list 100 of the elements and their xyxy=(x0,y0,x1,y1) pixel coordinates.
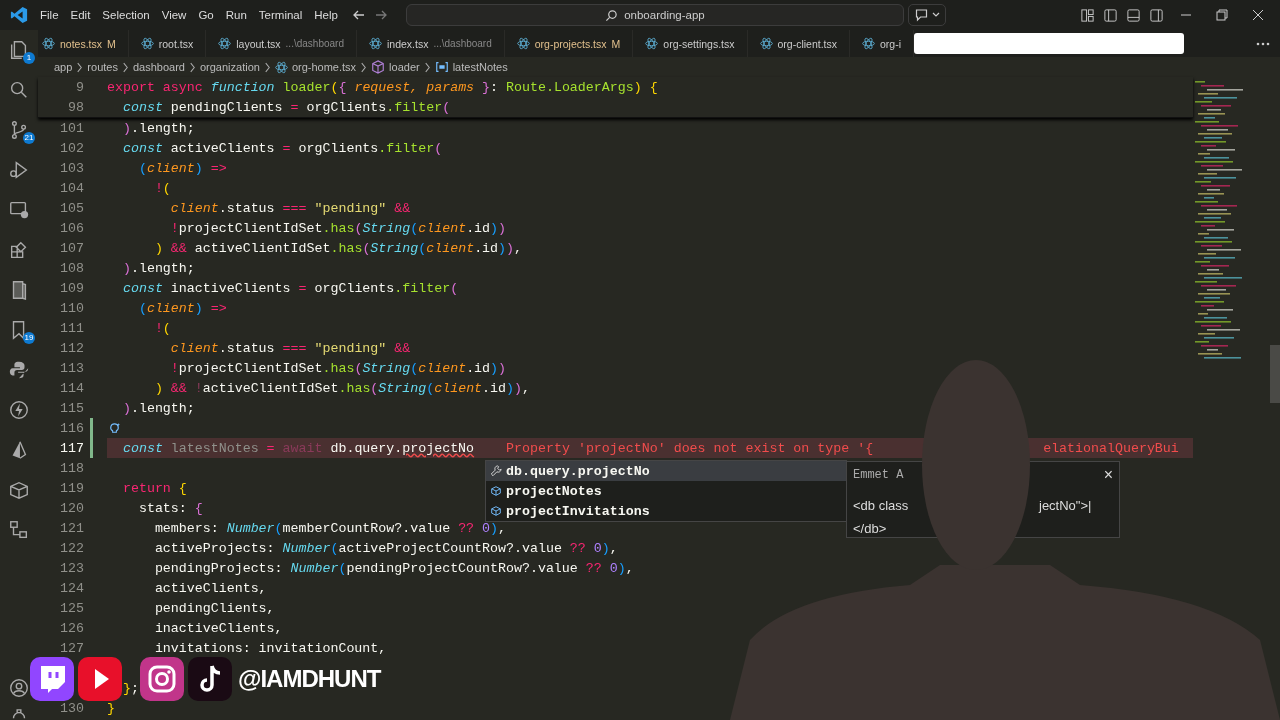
menu-item[interactable]: View xyxy=(155,9,193,21)
sidebar-toggle-icon[interactable] xyxy=(1103,7,1118,23)
code-line: ).length; xyxy=(121,260,195,276)
breadcrumb[interactable]: app xyxy=(54,61,73,73)
close-button[interactable]: × xyxy=(1103,466,1113,484)
code-line: }; xyxy=(121,680,139,696)
menu-item[interactable]: Edit xyxy=(64,9,97,21)
code-line: stats: { xyxy=(137,500,203,516)
inline-error-message: Property 'projectNo' does not exist on type '{ xyxy=(506,440,874,456)
code-line: (client) => xyxy=(137,160,227,176)
line-number: 107 xyxy=(59,240,85,256)
menu-item[interactable]: Go xyxy=(192,9,220,21)
react-file-icon xyxy=(759,37,773,50)
line-number: 109 xyxy=(59,280,85,296)
chat-button[interactable] xyxy=(907,4,946,26)
code-line: ) && activeClientIdSet.has(String(client.id)), xyxy=(153,240,523,256)
react-file-icon xyxy=(368,37,382,50)
panel-toggle-icon[interactable] xyxy=(1126,7,1141,23)
code-line: } xyxy=(107,700,115,716)
breadcrumb[interactable]: routes xyxy=(87,61,118,73)
code-line: client.status === "pending" && xyxy=(169,340,411,356)
code-line: const inactiveClients = orgClients.filter( xyxy=(121,280,459,296)
box-icon[interactable] xyxy=(8,479,30,501)
code-line: !( xyxy=(153,320,171,336)
restore-icon[interactable] xyxy=(1216,9,1228,21)
cube-icon xyxy=(490,485,502,497)
chevron-icon xyxy=(263,61,271,73)
menu-item[interactable]: Help xyxy=(308,9,344,21)
chevron-icon xyxy=(188,61,196,73)
close-icon[interactable] xyxy=(1252,9,1264,21)
chat-bubble-logo-icon xyxy=(30,657,74,701)
line-number: 98 xyxy=(67,99,85,115)
line-number: 101 xyxy=(59,120,85,136)
scrollbar-thumb[interactable] xyxy=(1270,345,1280,403)
diagram-icon[interactable] xyxy=(8,519,30,541)
run-debug-icon[interactable] xyxy=(8,159,30,181)
music-note-logo-icon xyxy=(188,657,232,701)
chevron-icon xyxy=(423,61,431,73)
line-number: 126 xyxy=(59,620,85,636)
command-center-search[interactable]: onboarding-app xyxy=(405,4,904,26)
code-line: const pendingClients = orgClients.filter( xyxy=(121,99,451,115)
menu-item[interactable]: Terminal xyxy=(252,9,309,21)
code-line: const latestNotes = await db.query.projectNo xyxy=(121,440,475,456)
breadcrumb[interactable]: org-home.tsx xyxy=(291,61,357,73)
suggestion-item[interactable]: projectNotes xyxy=(486,481,846,501)
breadcrumb[interactable]: latestNotes xyxy=(452,61,508,73)
secondary-sidebar-icon[interactable] xyxy=(1149,7,1164,23)
line-number: 113 xyxy=(59,360,85,376)
caret-icon xyxy=(931,12,940,18)
editor-logo-icon xyxy=(10,6,28,24)
breadcrumb[interactable]: dashboard xyxy=(132,61,185,73)
line-number: 106 xyxy=(59,220,85,236)
more-actions-icon[interactable] xyxy=(1256,41,1270,46)
preview-text: jectNo">| xyxy=(1039,498,1092,515)
line-number: 112 xyxy=(59,340,85,356)
menu-item[interactable]: Selection xyxy=(96,9,156,21)
line-number: 121 xyxy=(59,520,85,536)
sparkle-lightbulb-icon[interactable] xyxy=(108,421,121,435)
suggestion-item[interactable]: db.query.projectNo xyxy=(486,461,846,481)
line-number: 127 xyxy=(59,640,85,656)
code-line: export async function loader({ request, params }: Route.LoaderArgs) { xyxy=(107,79,658,95)
account-icon[interactable] xyxy=(8,677,30,699)
layout-icon[interactable] xyxy=(1080,7,1095,23)
inline-error-message: elationalQueryBui xyxy=(1043,440,1179,456)
code-line: ).length; xyxy=(121,400,195,416)
notification-badge: 21 xyxy=(23,132,35,144)
code-line: !( xyxy=(153,180,171,196)
code-line: !projectClientIdSet.has(String(client.id)) xyxy=(169,220,507,236)
search-text: onboarding-app xyxy=(624,9,705,21)
line-number: 123 xyxy=(59,560,85,576)
menu-item[interactable]: File xyxy=(34,9,65,21)
suggestion-item[interactable]: projectInvitations xyxy=(486,501,846,521)
line-number: 117 xyxy=(59,440,85,456)
breadcrumb[interactable]: organization xyxy=(199,61,260,73)
line-number: 9 xyxy=(75,79,85,95)
preview-text: <db class xyxy=(853,498,910,515)
line-number: 105 xyxy=(59,200,85,216)
cube-icon xyxy=(371,60,386,74)
preview-text: </db> xyxy=(853,521,888,538)
line-number: 110 xyxy=(59,300,85,316)
line-number: 118 xyxy=(59,460,85,476)
line-number: 124 xyxy=(59,580,85,596)
forward-arrow-icon[interactable] xyxy=(373,8,388,22)
notification-badge: 19 xyxy=(23,332,35,344)
code-line: client.status === "pending" && xyxy=(169,200,411,216)
code-line: !projectClientIdSet.has(String(client.id)) xyxy=(169,360,507,376)
lightning-icon[interactable] xyxy=(8,399,30,421)
menu-item[interactable]: Run xyxy=(219,9,253,21)
line-number: 115 xyxy=(59,400,85,416)
line-number: 111 xyxy=(59,320,85,336)
react-file-icon xyxy=(274,60,288,74)
python-icon[interactable] xyxy=(8,359,30,381)
line-number: 114 xyxy=(59,380,85,396)
back-arrow-icon[interactable] xyxy=(351,8,366,22)
remote-explorer-icon[interactable] xyxy=(8,199,30,221)
code-line: return { xyxy=(121,480,187,496)
variable-icon xyxy=(434,60,449,74)
react-file-icon xyxy=(516,37,530,50)
breadcrumb[interactable]: loader xyxy=(389,61,420,73)
notification-badge: 1 xyxy=(23,52,35,64)
